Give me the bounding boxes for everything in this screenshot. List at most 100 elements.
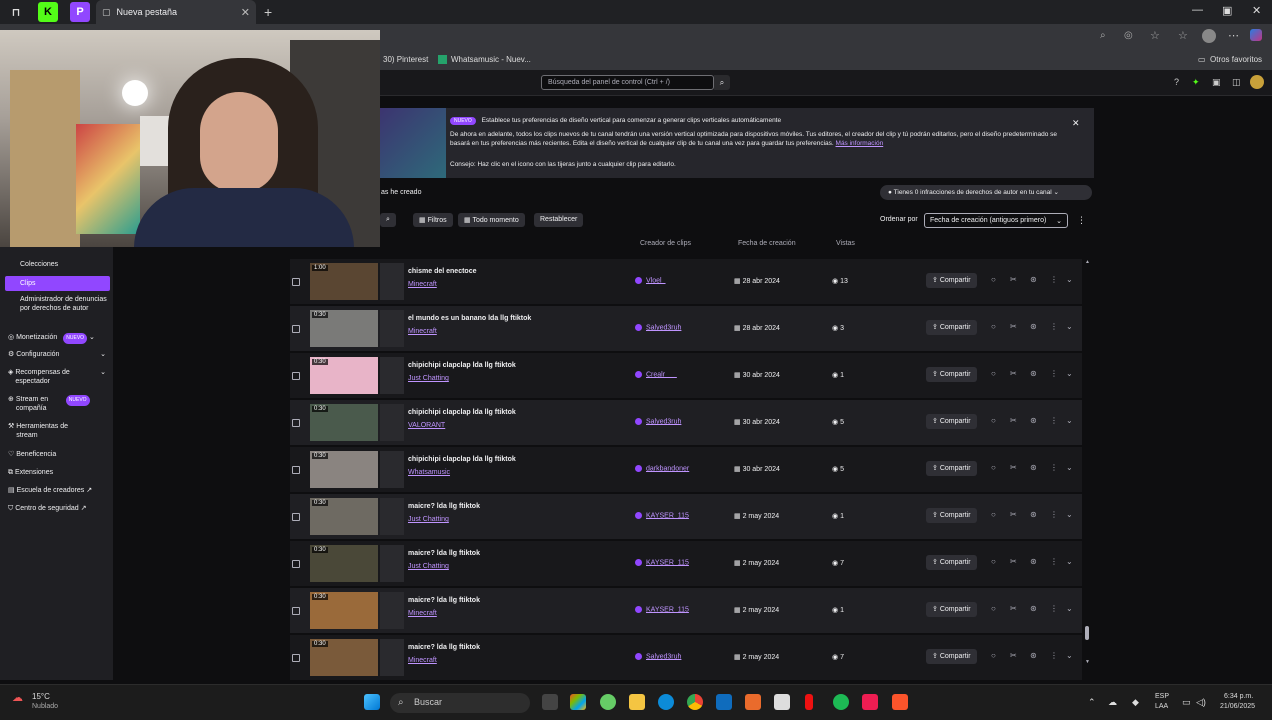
row-checkbox[interactable] [292,607,300,615]
dropbox-icon[interactable]: ◆ [1132,697,1139,708]
table-row[interactable]: 0:30 maicre? lda llg ftiktok Just Chatti… [290,541,1082,586]
clip-vertical-thumbnail[interactable] [380,451,404,488]
search-clips-icon[interactable]: ⌕ [380,213,396,227]
volume-icon[interactable]: ◁) [1196,697,1206,708]
copilot-icon[interactable] [1250,29,1262,41]
chatgpt-icon[interactable] [600,694,616,710]
scissors-icon[interactable]: ✂ [1010,275,1017,284]
table-row[interactable]: 0:30 chipichipi clapclap lda llg ftiktok… [290,400,1082,445]
scrollbar[interactable] [1084,258,1090,666]
settings-icon[interactable]: ⊛ [1030,510,1037,519]
clip-game-link[interactable]: Minecraft [408,610,437,617]
chevron-down-icon[interactable]: ⌄ [1066,604,1073,613]
share-button[interactable]: ⇪ Compartir [926,508,977,523]
more-icon[interactable]: ⋮ [1050,463,1058,472]
share-button[interactable]: ⇪ Compartir [926,555,977,570]
table-row[interactable]: 0:30 el mundo es un banano lda llg ftikt… [290,306,1082,351]
chevron-down-icon[interactable]: ⌄ [1066,416,1073,425]
share-button[interactable]: ⇪ Compartir [926,367,977,382]
close-window-icon[interactable]: ✕ [1252,4,1261,17]
clip-game-link[interactable]: Minecraft [408,281,437,288]
sidebar-item-viewer-rewards[interactable]: ◈ Recompensas de espectador ⌄ [8,368,106,386]
clip-vertical-thumbnail[interactable] [380,404,404,441]
clip-creator[interactable]: KAYSER_115 [635,512,689,519]
settings-icon[interactable]: ⊛ [1030,463,1037,472]
share-button[interactable]: ⇪ Compartir [926,320,977,335]
share-button[interactable]: ⇪ Compartir [926,602,977,617]
new-tab-icon[interactable]: + [264,4,272,20]
time-period-button[interactable]: ▦ Todo momento [458,213,525,227]
clock-icon[interactable]: ○ [991,604,996,613]
row-checkbox[interactable] [292,513,300,521]
sidebar-item-copyright-manager[interactable]: Administrador de denuncias por derechos … [20,295,108,313]
row-checkbox[interactable] [292,325,300,333]
table-row[interactable]: 1:00 chisme del enectoce Minecraft Vloel… [290,259,1082,304]
settings-icon[interactable]: ⊛ [1030,275,1037,284]
row-checkbox[interactable] [292,560,300,568]
clip-title[interactable]: chipichipi clapclap lda llg ftiktok [408,409,516,416]
share-button[interactable]: ⇪ Compartir [926,273,977,288]
clock-icon[interactable]: ○ [991,557,996,566]
more-icon[interactable]: ⋯ [1228,29,1239,42]
clip-game-link[interactable]: Minecraft [408,657,437,664]
clock-icon[interactable]: ○ [991,416,996,425]
scissors-icon[interactable]: ✂ [1010,463,1017,472]
scissors-icon[interactable]: ✂ [1010,322,1017,331]
more-icon[interactable]: ⋮ [1050,369,1058,378]
column-creator[interactable]: Creador de clips [640,240,691,247]
bits-icon[interactable]: ✦ [1192,77,1200,88]
clip-title[interactable]: maicre? lda llg ftiktok [408,597,480,604]
edge-icon[interactable] [658,694,674,710]
taskbar-search-input[interactable]: Buscar [390,693,530,713]
scissors-icon[interactable]: ✂ [1010,510,1017,519]
clock-icon[interactable]: ○ [991,510,996,519]
clip-title[interactable]: el mundo es un banano lda llg ftiktok [408,315,531,322]
scissors-icon[interactable]: ✂ [1010,369,1017,378]
column-views[interactable]: Vistas [836,240,855,247]
sidebar-item-settings[interactable]: ⚙ Configuración ⌄ [8,350,106,359]
help-icon[interactable]: ? [1174,77,1179,87]
sidebar-item-safety-center[interactable]: ⛉ Centro de seguridad ↗ [8,504,86,513]
more-icon[interactable]: ⋮ [1050,322,1058,331]
chevron-down-icon[interactable]: ⌄ [1066,651,1073,660]
scissors-icon[interactable]: ✂ [1010,557,1017,566]
filters-button[interactable]: ▦ Filtros [413,213,453,227]
clip-game-link[interactable]: Minecraft [408,328,437,335]
maximize-icon[interactable]: ▣ [1222,4,1232,17]
scissors-icon[interactable]: ✂ [1010,651,1017,660]
zoom-icon[interactable]: ⌕ [1100,30,1106,41]
chrome-icon[interactable] [687,694,703,710]
clip-game-link[interactable]: Whatsamusic [408,469,450,476]
clip-vertical-thumbnail[interactable] [380,310,404,347]
sidebar-item-stream-together[interactable]: ⊕ Stream en compañía NUEVO [8,395,90,413]
netflix-icon[interactable] [805,694,813,710]
clock-time[interactable]: 6:34 p.m. [1224,693,1253,700]
share-button[interactable]: ⇪ Compartir [926,414,977,429]
chevron-down-icon[interactable]: ⌄ [1066,322,1073,331]
clock-icon[interactable]: ○ [991,651,996,660]
show-hidden-icons[interactable]: ⌃ [1088,697,1096,708]
more-icon[interactable]: ⋮ [1050,604,1058,613]
clip-vertical-thumbnail[interactable] [380,357,404,394]
clip-title[interactable]: maicre? lda llg ftiktok [408,644,480,651]
scissors-icon[interactable]: ✂ [1010,604,1017,613]
clock-icon[interactable]: ○ [991,463,996,472]
start-icon[interactable] [364,694,380,710]
settings-icon[interactable]: ⊛ [1030,369,1037,378]
task-view-icon[interactable] [542,694,558,710]
monitor-icon[interactable]: ▭ [1182,697,1191,708]
store-icon[interactable] [774,694,790,710]
clock-icon[interactable]: ○ [991,369,996,378]
clip-title[interactable]: maicre? lda llg ftiktok [408,550,480,557]
clip-creator[interactable]: Salyed3ruh [635,653,681,660]
chevron-down-icon[interactable]: ⌄ [1066,557,1073,566]
table-row[interactable]: 0:30 chipichipi clapclap lda llg ftiktok… [290,447,1082,492]
search-icon[interactable]: ⌕ [714,75,730,90]
row-checkbox[interactable] [292,654,300,662]
clip-creator[interactable]: Salyed3ruh [635,324,681,331]
chevron-down-icon[interactable]: ⌄ [1066,369,1073,378]
sidebar-item-collections[interactable]: Colecciones [20,260,58,269]
row-checkbox[interactable] [292,419,300,427]
row-checkbox[interactable] [292,466,300,474]
copilot-taskbar-icon[interactable] [570,694,586,710]
